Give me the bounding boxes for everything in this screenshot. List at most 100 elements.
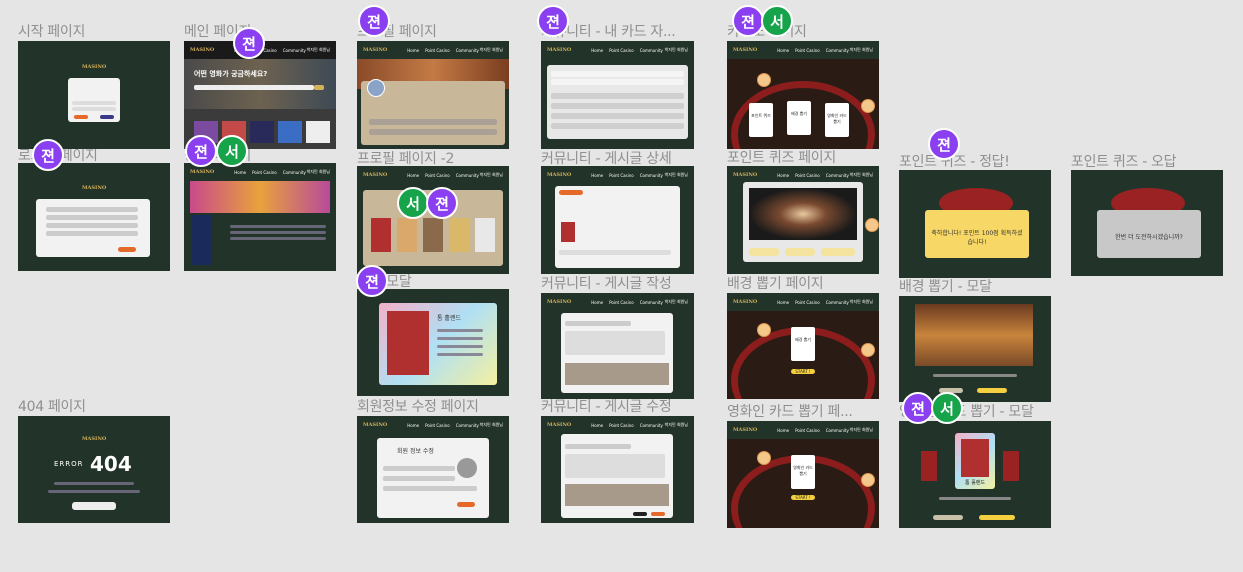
frame-bg-draw-modal[interactable] bbox=[899, 296, 1051, 402]
nav-community[interactable]: Community bbox=[283, 48, 306, 53]
frame-detail[interactable]: MASINO Home Point Casino Community 박지민 회원님 bbox=[184, 163, 336, 271]
nav-community[interactable]: Community bbox=[640, 423, 663, 428]
start-button[interactable]: START ! bbox=[791, 369, 815, 374]
nav-user[interactable]: 박지민 회원님 bbox=[850, 172, 873, 178]
nav-point-casino[interactable]: Point Casino bbox=[609, 423, 634, 428]
nav-user[interactable]: 박지민 회원님 bbox=[850, 427, 873, 433]
frame-card-modal[interactable]: 톰 홀랜드 bbox=[357, 289, 509, 396]
write-body-input[interactable] bbox=[565, 331, 665, 355]
nav-home[interactable]: Home bbox=[407, 173, 419, 178]
modal-button[interactable] bbox=[977, 388, 1007, 393]
person-card[interactable] bbox=[475, 218, 495, 252]
collaborator-avatar[interactable]: 서 bbox=[216, 135, 248, 167]
person-card[interactable] bbox=[371, 218, 391, 252]
nav-community[interactable]: Community bbox=[456, 423, 479, 428]
login-input[interactable] bbox=[46, 215, 138, 220]
list-item[interactable] bbox=[551, 113, 684, 119]
nav-point-casino[interactable]: Point Casino bbox=[609, 173, 634, 178]
collaborator-avatar[interactable]: 젼 bbox=[356, 265, 388, 297]
frame-bg-draw[interactable]: MASINO Home Point Casino Community 박지민 회원님… bbox=[727, 293, 879, 399]
frame-profile2[interactable]: MASINO Home Point Casino Community 박지민 회원님 bbox=[357, 166, 509, 274]
edit-avatar[interactable] bbox=[457, 458, 477, 478]
main-search-input[interactable] bbox=[194, 85, 314, 90]
poster[interactable] bbox=[250, 121, 274, 143]
login-input[interactable] bbox=[46, 231, 138, 236]
nav-point-casino[interactable]: Point Casino bbox=[609, 48, 634, 53]
frame-login[interactable]: MASINO bbox=[18, 163, 170, 271]
nav-community[interactable]: Community bbox=[640, 48, 663, 53]
edit-input[interactable] bbox=[383, 486, 477, 491]
nav-home[interactable]: Home bbox=[777, 300, 789, 305]
nav-home[interactable]: Home bbox=[591, 48, 603, 53]
collaborator-avatar[interactable]: 서 bbox=[761, 5, 793, 37]
card-bg-draw[interactable]: 배경 뽑기 bbox=[787, 101, 811, 135]
modal-button[interactable] bbox=[933, 515, 963, 520]
write-title-input[interactable] bbox=[565, 321, 631, 326]
nav-home[interactable]: Home bbox=[777, 48, 789, 53]
collaborator-avatar[interactable]: 젼 bbox=[537, 5, 569, 37]
quiz-option[interactable] bbox=[821, 248, 855, 256]
edit-input[interactable] bbox=[383, 466, 455, 471]
nav-home[interactable]: Home bbox=[591, 423, 603, 428]
nav-point-casino[interactable]: Point Casino bbox=[795, 173, 820, 178]
frame-person-draw-modal[interactable]: 톰 홀랜드 bbox=[899, 421, 1051, 528]
main-search-button[interactable] bbox=[314, 85, 324, 90]
edit-post-body[interactable] bbox=[565, 454, 665, 478]
collaborator-avatar[interactable]: 젼 bbox=[902, 392, 934, 424]
nav-user[interactable]: 박지민 회원님 bbox=[665, 47, 688, 53]
nav-point-casino[interactable]: Point Casino bbox=[425, 423, 450, 428]
nav-user[interactable]: 박지민 회원님 bbox=[665, 422, 688, 428]
frame-casino[interactable]: MASINO Home Point Casino Community 박지민 회원님… bbox=[727, 41, 879, 149]
person-card[interactable] bbox=[397, 218, 417, 252]
person-card[interactable] bbox=[449, 218, 469, 252]
frame-point-quiz[interactable]: MASINO Home Point Casino Community 박지민 회원님 bbox=[727, 166, 879, 274]
nav-community[interactable]: Community bbox=[826, 300, 849, 305]
edit-submit-button[interactable] bbox=[457, 502, 475, 507]
frame-community-edit[interactable]: MASINO Home Point Casino Community 박지민 회원님 bbox=[541, 416, 694, 523]
nav-home[interactable]: Home bbox=[591, 173, 603, 178]
frame-community-write[interactable]: MASINO Home Point Casino Community 박지민 회원님 bbox=[541, 293, 694, 399]
cancel-button[interactable] bbox=[633, 512, 647, 516]
nav-user[interactable]: 박지민 회원님 bbox=[850, 47, 873, 53]
nav-user[interactable]: 박지민 회원님 bbox=[850, 299, 873, 305]
card-person-draw[interactable]: 영화인 카드 뽑기 bbox=[825, 103, 849, 137]
nav-user[interactable]: 박지민 회원님 bbox=[307, 169, 330, 175]
nav-home[interactable]: Home bbox=[234, 170, 246, 175]
frame-start[interactable]: MASINO bbox=[18, 41, 170, 149]
nav-home[interactable]: Home bbox=[777, 428, 789, 433]
collaborator-avatar[interactable]: 젼 bbox=[928, 128, 960, 160]
collaborator-avatar[interactable]: 젼 bbox=[358, 5, 390, 37]
frame-main[interactable]: MASINO HomePoint CasinoCommunity 박지민 회원님… bbox=[184, 41, 336, 149]
nav-community[interactable]: Community bbox=[640, 300, 663, 305]
start-login-button[interactable] bbox=[74, 115, 88, 119]
nav-user[interactable]: 박지민 회원님 bbox=[480, 47, 503, 53]
list-item[interactable] bbox=[551, 79, 684, 85]
edit-input[interactable] bbox=[383, 476, 455, 481]
nav-home[interactable]: Home bbox=[407, 423, 419, 428]
nav-community[interactable]: Community bbox=[456, 173, 479, 178]
nav-point-casino[interactable]: Point Casino bbox=[425, 173, 450, 178]
back-button[interactable] bbox=[559, 190, 583, 195]
start-signup-button[interactable] bbox=[100, 115, 114, 119]
collaborator-avatar[interactable]: 젼 bbox=[185, 135, 217, 167]
nav-point-casino[interactable]: Point Casino bbox=[795, 48, 820, 53]
frame-profile[interactable]: MASINO Home Point Casino Community 박지민 회원님 bbox=[357, 41, 509, 149]
frame-community-mycard[interactable]: MASINO Home Point Casino Community 박지민 회원님 bbox=[541, 41, 694, 149]
list-item[interactable] bbox=[551, 123, 684, 129]
nav-user[interactable]: 박지민 회원님 bbox=[480, 172, 503, 178]
quiz-option[interactable] bbox=[749, 248, 779, 256]
comment-input[interactable] bbox=[559, 250, 671, 255]
list-item[interactable] bbox=[551, 71, 684, 77]
nav-point-casino[interactable]: Point Casino bbox=[425, 48, 450, 53]
nav-home[interactable]: Home bbox=[591, 300, 603, 305]
card-select-row[interactable] bbox=[565, 363, 669, 385]
start-button[interactable]: START ! bbox=[791, 495, 815, 500]
poster[interactable] bbox=[306, 121, 330, 143]
person-card[interactable] bbox=[423, 218, 443, 252]
nav-user[interactable]: 박지민 회원님 bbox=[307, 47, 330, 53]
frame-community-detail[interactable]: MASINO Home Point Casino Community 박지민 회원님 bbox=[541, 166, 694, 274]
nav-point-casino[interactable]: Point Casino bbox=[795, 300, 820, 305]
list-item[interactable] bbox=[551, 93, 684, 99]
collaborator-avatar[interactable]: 젼 bbox=[732, 5, 764, 37]
nav-point-casino[interactable]: Point Casino bbox=[795, 428, 820, 433]
